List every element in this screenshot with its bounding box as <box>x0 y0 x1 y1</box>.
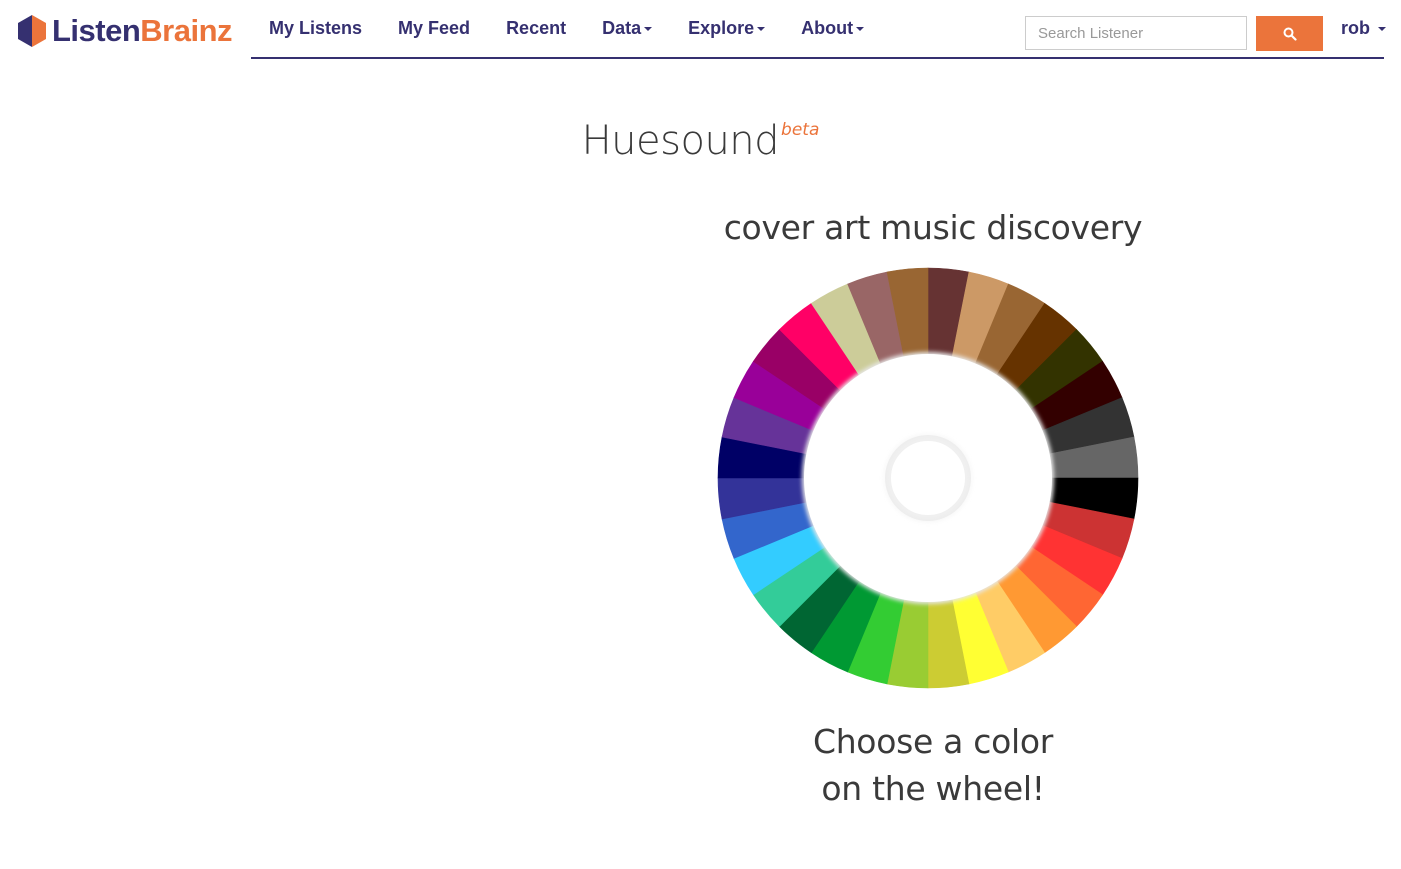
listenbrainz-hex-icon <box>18 15 46 47</box>
choose-color-prompt: Choose a color on the wheel! <box>813 718 1053 812</box>
page-title: Huesound <box>581 118 780 164</box>
nav-explore-label: Explore <box>688 18 755 38</box>
user-name: rob <box>1341 18 1370 38</box>
color-wheel <box>716 266 1140 690</box>
color-wheel-svg <box>717 267 1139 689</box>
search-button[interactable] <box>1256 16 1323 51</box>
nav-explore-dropdown[interactable]: Explore <box>670 18 783 39</box>
search-icon <box>1283 27 1297 41</box>
caret-down-icon <box>1378 26 1386 31</box>
prompt-line-2: on the wheel! <box>821 769 1045 808</box>
nav-my-listens-label: My Listens <box>269 18 363 38</box>
nav-data-dropdown[interactable]: Data <box>584 18 670 39</box>
nav-my-feed-label: My Feed <box>398 18 471 38</box>
brand-listen: Listen <box>52 13 141 48</box>
search-listener-input[interactable] <box>1025 16 1247 50</box>
user-menu-dropdown[interactable]: rob <box>1341 0 1386 57</box>
nav-recent-label: Recent <box>506 18 567 38</box>
main-navbar: My Listens My Feed Recent Data Explore A… <box>251 0 1386 59</box>
nav-data-label: Data <box>602 18 642 38</box>
nav-my-listens[interactable]: My Listens <box>251 18 380 39</box>
caret-down-icon <box>757 26 766 31</box>
wheel-center <box>804 354 1052 602</box>
caret-down-icon <box>856 26 865 31</box>
nav-recent[interactable]: Recent <box>488 18 584 39</box>
nav-about-label: About <box>801 18 854 38</box>
caret-down-icon <box>644 26 653 31</box>
nav-my-feed[interactable]: My Feed <box>380 18 488 39</box>
prompt-line-1: Choose a color <box>812 722 1054 761</box>
nav-menu: My Listens My Feed Recent Data Explore A… <box>251 0 882 57</box>
nav-about-dropdown[interactable]: About <box>783 18 882 39</box>
huesound-page: ListenBrainz My Listens My Feed Recent D… <box>0 0 1401 869</box>
page-title-block: Huesound beta <box>0 118 1401 164</box>
listenbrainz-logo[interactable]: ListenBrainz <box>18 13 233 48</box>
beta-badge: beta <box>781 120 820 140</box>
brand-name: ListenBrainz <box>52 13 233 48</box>
brand-brainz: Brainz <box>140 13 233 48</box>
page-subtitle: cover art music discovery <box>723 208 1143 247</box>
